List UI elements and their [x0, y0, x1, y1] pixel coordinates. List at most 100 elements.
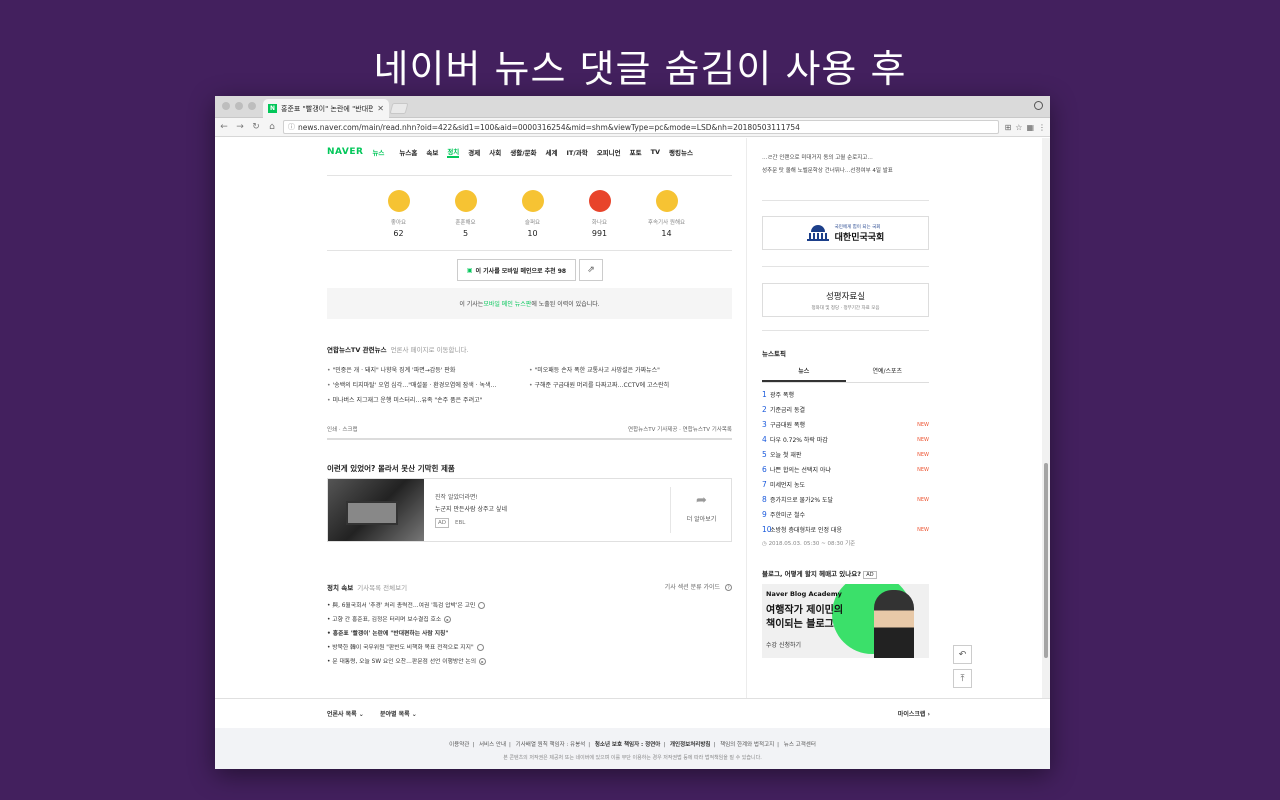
back-icon[interactable]: ←	[219, 122, 229, 132]
topic-item[interactable]: 1 광주 폭행	[762, 387, 929, 402]
related-item[interactable]: '송백의 티지마탈' 오염 심각…"매설물 · 환경오염에 잠색 · 녹색…	[327, 380, 529, 389]
nav-item[interactable]: 오피니언	[597, 147, 621, 157]
topic-item[interactable]: 10 소방청 층대형차로 인정 대응 NEW	[762, 522, 929, 537]
notice-link[interactable]: 모바일 메인 뉴스판	[483, 299, 531, 308]
extension-icon[interactable]: ▦	[1026, 123, 1034, 132]
politics-list-link[interactable]: 기사목록 전체보기	[357, 584, 407, 592]
scroll-top-button[interactable]: ⤒	[953, 669, 972, 688]
footer-link[interactable]: 책임의 한계와 법적고지	[720, 742, 774, 748]
info-icon[interactable]: ⓘ	[288, 122, 295, 132]
reaction-want-more[interactable]: 후속기사 원해요 14	[633, 190, 700, 238]
reaction-angry[interactable]: 화나요 991	[566, 190, 633, 238]
ad-heading: 이런게 있었어? 몰라서 못산 기막힌 제품	[327, 464, 455, 473]
nav-item[interactable]: 생활/문화	[510, 147, 536, 157]
nav-item[interactable]: 포토	[630, 147, 642, 157]
related-item[interactable]: 미나버스 지그재그 운행 미스터리…유족 "손주 품은 주려고"	[327, 395, 529, 404]
related-item[interactable]: "미오패등 손자 폭한 교통사고 사망설은 가짜뉴스"	[529, 365, 731, 374]
reaction-label: 화나요	[591, 220, 608, 226]
topic-item[interactable]: 8 증가치으로 물가2% 도달 NEW	[762, 492, 929, 507]
national-assembly-banner[interactable]: 국민에게 힘이 되는 국회 대한민국국회	[762, 216, 929, 250]
my-scrap-link[interactable]: 마이스크랩 ›	[898, 709, 930, 718]
tab-news[interactable]: 뉴스	[762, 366, 846, 382]
reaction-count: 5	[462, 229, 469, 238]
notice-text: 이 기사는	[459, 301, 484, 308]
new-tab-button[interactable]	[389, 103, 409, 114]
news-section-label[interactable]: 뉴스	[372, 147, 384, 157]
reaction-warm[interactable]: 훈훈해요 5	[432, 190, 499, 238]
related-item[interactable]: 구해준 구급대원 머리를 다짜고짜…CCTV에 고스란히	[529, 380, 731, 389]
nav-item[interactable]: IT/과학	[567, 147, 588, 157]
nav-item-active[interactable]: 정치	[447, 146, 460, 158]
politics-item[interactable]: 홍준표 '빨갱이' 논란에 "반대편하는 사람 지칭"	[327, 628, 732, 637]
footer-link[interactable]: 개인정보처리방침	[670, 742, 710, 748]
nav-item[interactable]: 사회	[489, 147, 501, 157]
url-field[interactable]: ⓘ news.naver.com/main/read.nhn?oid=422&s…	[283, 120, 999, 134]
nav-item[interactable]: 세계	[546, 147, 558, 157]
ad-card[interactable]: 진작 알았더라면! 누군지 만든사람 상주고 싶네 AD EBL ➦ 더 알아보기	[327, 478, 732, 542]
nav-item[interactable]: 경제	[468, 147, 480, 157]
footer-link[interactable]: 서비스 안내	[479, 742, 506, 748]
topic-time: ◷ 2018.05.03. 05:30 ~ 08:30 기준	[762, 541, 856, 547]
nav-item[interactable]: 랭킹뉴스	[669, 147, 693, 157]
topic-item[interactable]: 6 나쁜 합의는 선택지 아냐 NEW	[762, 462, 929, 477]
topic-item[interactable]: 2 기준금리 동결	[762, 402, 929, 417]
footer-link[interactable]: 기사배열 원칙 책임자 : 유봉석	[516, 742, 586, 748]
warm-emoji-icon	[454, 190, 477, 212]
section-guide-link[interactable]: 기사 섹션 분류 가이드 ?	[665, 582, 732, 592]
address-bar: ← → ↻ ⌂ ⓘ news.naver.com/main/read.nhn?o…	[215, 118, 1050, 137]
profile-icon[interactable]	[1034, 101, 1043, 110]
footer-link[interactable]: 뉴스 고객센터	[784, 742, 816, 748]
nav-item[interactable]: TV	[651, 148, 660, 156]
politics-item[interactable]: 與, 6월국회서 '추경' 처리 총력전…여권 '특검 압박'은 고민	[327, 600, 732, 609]
print-scrap-links[interactable]: 인쇄 · 스크랩	[327, 425, 358, 433]
footer-link[interactable]: 이용약관	[449, 742, 469, 748]
blog-academy-banner[interactable]: Naver Blog Academy 여행작가 제이민의 책이되는 블로그 수강 …	[762, 584, 929, 658]
naver-logo[interactable]: NAVER	[327, 147, 363, 157]
ad-line2: 누군지 만든사람 상주고 싶네	[435, 506, 507, 513]
reaction-sad[interactable]: 슬퍼요 10	[499, 190, 566, 238]
forward-icon[interactable]: →	[235, 122, 245, 132]
lower-nav: 언론사 목록 ⌄ 분야별 목록 ⌄ 마이스크랩 ›	[215, 698, 1050, 728]
topic-item[interactable]: 5 오늘 첫 재판 NEW	[762, 447, 929, 462]
menu-icon[interactable]: ⋮	[1038, 123, 1046, 132]
press-list-link[interactable]: 언론사 목록 ⌄	[327, 709, 364, 718]
close-tab-icon[interactable]: ✕	[377, 104, 384, 113]
field-list-link[interactable]: 분야별 목록 ⌄	[380, 709, 417, 718]
ad-more-button[interactable]: ➦ 더 알아보기	[670, 487, 732, 533]
related-item[interactable]: "민중은 개 · 돼지" 나향욱 징계 '파면→감등' 판화	[327, 365, 529, 374]
tab-bar: N 홍준표 "빨갱이" 논란에 "반대편하는... ✕	[215, 96, 1050, 118]
ad-line1: 진작 알았더라면!	[435, 494, 478, 501]
politics-item[interactable]: 문 대통령, 오늘 SW 요인 오찬…판문점 선언 이행방안 논의▸	[327, 656, 732, 665]
share-button[interactable]: ⇗	[579, 259, 603, 281]
page-content: NAVER 뉴스 뉴스홈 속보 정치 경제 사회 생활/문화 세계 IT/과학 …	[215, 138, 1050, 769]
ad-image[interactable]	[328, 479, 424, 541]
policy-archive-banner[interactable]: 성평자료실 청와대 및 정당 · 정부기간 자료 모음	[762, 283, 929, 317]
nav-item[interactable]: 속보	[426, 147, 438, 157]
home-icon[interactable]: ⌂	[267, 122, 277, 132]
reaction-count: 14	[661, 229, 672, 238]
politics-item[interactable]: 고향 간 홍준표, 김정은 터리며 보수결집 호소▸	[327, 614, 732, 623]
topic-item[interactable]: 3 구급대원 폭행 NEW	[762, 417, 929, 432]
footer-link[interactable]: 청소년 보호 책임자 : 정연아	[595, 742, 661, 748]
window-controls[interactable]	[222, 102, 256, 110]
nav-item[interactable]: 뉴스홈	[399, 147, 417, 157]
reload-icon[interactable]: ↻	[251, 122, 261, 132]
side-news-item[interactable]: …ㄹ간 인랜으로 미대거지 동의 고월 순로지고…	[762, 152, 929, 165]
provider-links[interactable]: 연합뉴스TV 기사제공 · 연합뉴스TV 기사목록	[628, 425, 732, 433]
browser-tab[interactable]: N 홍준표 "빨갱이" 논란에 "반대편하는... ✕	[263, 99, 389, 118]
politics-latest: 정치 속보기사목록 전체보기 기사 섹션 분류 가이드 ? 與, 6월국회서 '…	[327, 582, 732, 670]
recommend-button[interactable]: ▣ 이 기사를 모바일 메인으로 추천 98	[457, 259, 576, 281]
topic-item[interactable]: 9 주한미군 철수	[762, 507, 929, 522]
scrollbar-thumb[interactable]	[1044, 463, 1048, 658]
reaction-like[interactable]: 좋아요 62	[365, 190, 432, 238]
topic-item[interactable]: 4 다우 0.72% 하락 마감 NEW	[762, 432, 929, 447]
politics-item[interactable]: 방북한 韓이 국무위원 "판빈도 비핵화 목표 전적으로 지지"	[327, 642, 732, 651]
back-button[interactable]: ↶	[953, 645, 972, 664]
bookmark-star-icon[interactable]: ☆	[1015, 123, 1022, 132]
banner-title: 성평자료실	[825, 292, 866, 302]
translate-icon[interactable]: ⊞	[1005, 123, 1012, 132]
tab-entertainment[interactable]: 연예/스포츠	[846, 366, 930, 382]
side-news-item[interactable]: 성추문 탓 올해 노벨문학상 건너뛰나…선정여부 4일 발표	[762, 165, 929, 178]
scrollbar[interactable]	[1042, 138, 1050, 698]
topic-item[interactable]: 7 미세먼지 농도	[762, 477, 929, 492]
